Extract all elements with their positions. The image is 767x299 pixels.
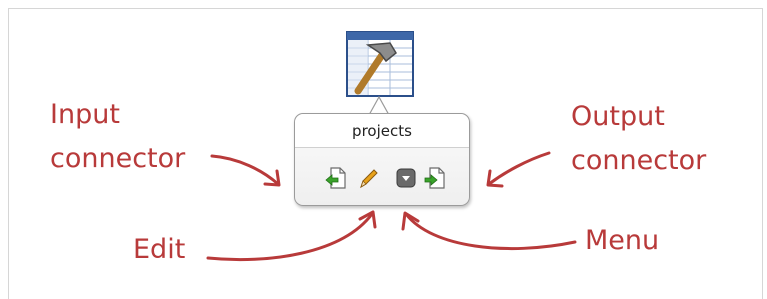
- node-title[interactable]: projects: [295, 114, 469, 148]
- page-arrow-right-icon[interactable]: [423, 167, 445, 189]
- input-connector-label-line1: Input: [50, 99, 120, 130]
- spreadsheet-tools-icon[interactable]: [346, 31, 416, 99]
- node-card[interactable]: projects: [294, 113, 470, 206]
- pencil-icon[interactable]: [357, 167, 379, 189]
- node-pointer: [367, 95, 391, 116]
- input-connector-label-line2: connector: [50, 143, 186, 174]
- page-arrow-left-icon[interactable]: [325, 167, 347, 189]
- edit-label: Edit: [133, 234, 186, 265]
- dropdown-menu-icon[interactable]: [395, 167, 417, 189]
- menu-label: Menu: [585, 225, 660, 256]
- output-connector-label-line1: Output: [571, 101, 665, 132]
- output-connector-label-line2: connector: [571, 145, 707, 176]
